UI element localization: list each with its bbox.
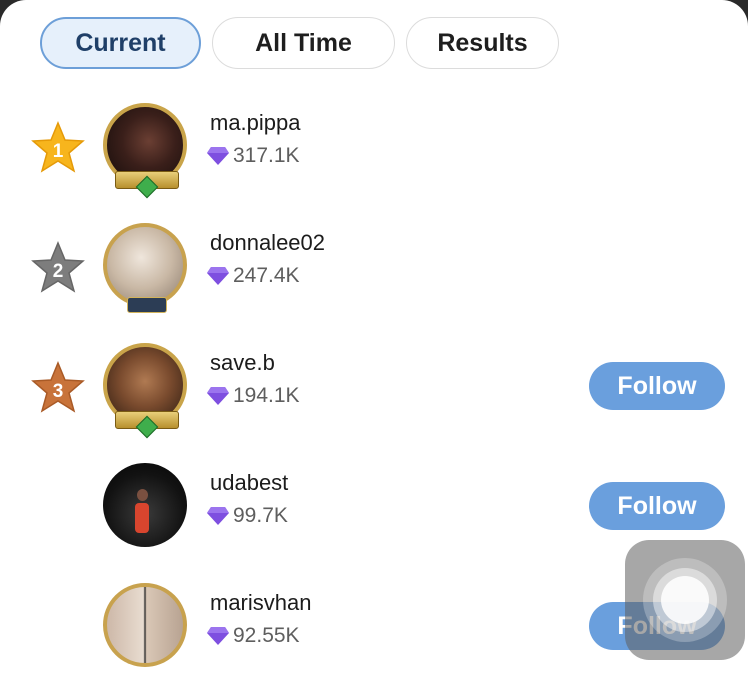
gold-star-icon: 1 bbox=[30, 121, 86, 175]
diamond-icon bbox=[207, 267, 229, 285]
score: 194.1K bbox=[206, 384, 300, 408]
diamond-icon bbox=[207, 147, 229, 165]
tab-current[interactable]: Current bbox=[40, 17, 201, 69]
diamond-icon bbox=[207, 387, 229, 405]
username: donnalee02 bbox=[210, 230, 326, 255]
score: 92.55K bbox=[206, 624, 300, 648]
diamond-icon bbox=[207, 627, 229, 645]
leaderboard-row[interactable]: 2 donnalee02 247.4K bbox=[0, 221, 748, 331]
username: marisvhan bbox=[210, 590, 312, 615]
username: save.b bbox=[210, 350, 275, 375]
score-value: 99.7K bbox=[233, 504, 288, 527]
score-value: 194.1K bbox=[233, 384, 300, 407]
crown-badge-icon bbox=[127, 297, 167, 313]
rank-number: 2 bbox=[53, 261, 64, 282]
leaderboard-row[interactable]: 3 save.b 194.1K Follow bbox=[0, 341, 748, 451]
username: udabest bbox=[210, 470, 289, 495]
avatar[interactable] bbox=[101, 341, 193, 439]
follow-button[interactable]: Follow bbox=[589, 482, 725, 530]
avatar[interactable] bbox=[101, 461, 193, 553]
tab-all-time[interactable]: All Time bbox=[212, 17, 395, 69]
bronze-star-icon: 3 bbox=[30, 361, 86, 415]
diamond-icon bbox=[207, 507, 229, 525]
avatar[interactable] bbox=[101, 221, 193, 313]
avatar[interactable] bbox=[101, 101, 193, 199]
score-value: 247.4K bbox=[233, 264, 300, 287]
rank-number: 1 bbox=[53, 141, 64, 162]
username: ma.pippa bbox=[210, 110, 301, 135]
score-value: 317.1K bbox=[233, 144, 300, 167]
assistive-touch-button[interactable] bbox=[625, 540, 745, 660]
score: 99.7K bbox=[206, 504, 288, 528]
score: 317.1K bbox=[206, 144, 300, 168]
score-value: 92.55K bbox=[233, 624, 300, 647]
avatar[interactable] bbox=[101, 581, 193, 673]
gray-star-icon: 2 bbox=[30, 241, 86, 295]
leaderboard-row[interactable]: 1 ma.pippa 317.1K bbox=[0, 101, 748, 211]
leaderboard-panel: Current All Time Results 1 ma.pippa 317.… bbox=[0, 0, 748, 680]
tab-results[interactable]: Results bbox=[406, 17, 559, 69]
rank-number: 3 bbox=[53, 381, 64, 402]
follow-button[interactable]: Follow bbox=[589, 362, 725, 410]
score: 247.4K bbox=[206, 264, 300, 288]
